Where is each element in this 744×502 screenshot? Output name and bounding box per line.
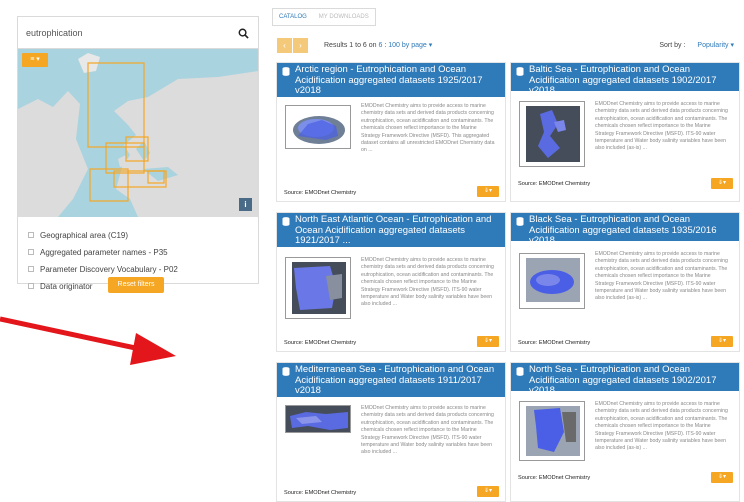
search-icon [238,28,249,39]
card-title[interactable]: Baltic Sea - Eutrophication and Ocean Ac… [529,64,717,96]
card-header[interactable]: North East Atlantic Ocean - Eutrophicati… [277,213,505,247]
checkbox-icon [28,283,34,289]
filter-label: Data originator [40,281,93,291]
map[interactable]: ≡ ▾ i [18,49,258,217]
database-icon [516,367,524,376]
results-prefix: Results 1 to 6 on [324,42,379,49]
card-source: Source: EMODnet Chemistry [284,490,357,496]
filter-label: Aggregated parameter names - P35 [40,247,168,257]
card-title[interactable]: North Sea - Eutrophication and Ocean Aci… [529,364,717,396]
filter-item[interactable]: Parameter Discovery Vocabulary - P02 [28,263,178,275]
filter-label: Parameter Discovery Vocabulary - P02 [40,264,178,274]
card-description: EMODnet Chemistry aims to provide access… [595,401,728,452]
next-page-button[interactable]: › [293,38,308,53]
filter-panel: ≡ ▾ i Geographical area (C19) Aggregated… [17,16,259,291]
search-input[interactable] [26,25,222,41]
search-button[interactable] [228,17,258,49]
card-header[interactable]: North Sea - Eutrophication and Ocean Aci… [511,363,739,396]
database-icon [282,217,290,226]
layer-switch-button[interactable]: ≡ ▾ [22,53,48,67]
dataset-thumbnail [285,105,351,149]
reset-filters-button[interactable]: Reset filters [108,277,164,293]
download-button[interactable]: ⇓▾ [711,178,733,189]
card-header[interactable]: Mediterranean Sea - Eutrophication and O… [277,363,505,397]
filter-label: Geographical area (C19) [40,230,129,240]
dataset-card[interactable]: Arctic region - Eutrophication and Ocean… [276,62,506,202]
dataset-thumbnail [519,401,585,461]
prev-page-button[interactable]: ‹ [277,38,292,53]
filter-item[interactable]: Aggregated parameter names - P35 [28,246,178,258]
card-title[interactable]: Black Sea - Eutrophication and Ocean Aci… [529,214,717,246]
sort-control: Sort by : Popularity ▾ [659,41,734,49]
search-box [18,17,258,49]
checkbox-icon [28,249,34,255]
tab-my-downloads[interactable]: MY DOWNLOADS [313,9,375,25]
card-source: Source: EMODnet Chemistry [284,340,357,346]
card-description: EMODnet Chemistry aims to provide access… [595,251,728,302]
dataset-card[interactable]: North Sea - Eutrophication and Ocean Aci… [510,362,740,502]
database-icon [516,67,524,76]
dataset-card[interactable]: Baltic Sea - Eutrophication and Ocean Ac… [510,62,740,202]
filter-item[interactable]: Geographical area (C19) [28,229,178,241]
download-button[interactable]: ⇓▾ [477,336,499,347]
card-source: Source: EMODnet Chemistry [518,181,591,187]
results-count: 6 [378,42,383,49]
dataset-thumbnail [519,253,585,309]
card-header[interactable]: Baltic Sea - Eutrophication and Ocean Ac… [511,63,739,96]
card-description: EMODnet Chemistry aims to provide access… [595,101,728,152]
checkbox-icon [28,232,34,238]
card-title[interactable]: Arctic region - Eutrophication and Ocean… [295,64,483,96]
tab-catalog[interactable]: CATALOG [273,9,313,25]
sort-select[interactable]: Popularity ▾ [697,42,734,49]
card-description: EMODnet Chemistry aims to provide access… [361,405,494,456]
download-button[interactable]: ⇓▾ [477,486,499,497]
dataset-thumbnail [519,101,585,167]
card-source: Source: EMODnet Chemistry [284,190,357,196]
card-title[interactable]: North East Atlantic Ocean - Eutrophicati… [295,214,491,246]
card-source: Source: EMODnet Chemistry [518,340,591,346]
card-header[interactable]: Black Sea - Eutrophication and Ocean Aci… [511,213,739,246]
per-page-select[interactable]: 100 by page ▾ [388,42,432,49]
download-button[interactable]: ⇓▾ [711,336,733,347]
red-arrow-icon [0,316,176,365]
dataset-card[interactable]: Black Sea - Eutrophication and Ocean Aci… [510,212,740,352]
download-button[interactable]: ⇓▾ [711,472,733,483]
card-description: EMODnet Chemistry aims to provide access… [361,257,494,308]
download-button[interactable]: ⇓▾ [477,186,499,197]
database-icon [516,217,524,226]
info-icon[interactable]: i [239,198,252,211]
dataset-thumbnail [285,405,351,433]
checkbox-icon [28,266,34,272]
tab-bar: CATALOG MY DOWNLOADS [272,8,376,26]
database-icon [282,67,290,76]
card-description: EMODnet Chemistry aims to provide access… [361,103,495,154]
sort-label: Sort by : [659,42,686,49]
database-icon [282,367,290,376]
dataset-card[interactable]: Mediterranean Sea - Eutrophication and O… [276,362,506,502]
dataset-thumbnail [285,257,351,319]
card-title[interactable]: Mediterranean Sea - Eutrophication and O… [295,364,494,396]
pager: ‹ › [277,38,309,53]
dataset-card[interactable]: North East Atlantic Ocean - Eutrophicati… [276,212,506,352]
card-source: Source: EMODnet Chemistry [518,475,591,481]
card-header[interactable]: Arctic region - Eutrophication and Ocean… [277,63,505,97]
results-info: Results 1 to 6 on 6 : 100 by page ▾ [324,42,433,49]
map-canvas [18,49,258,217]
